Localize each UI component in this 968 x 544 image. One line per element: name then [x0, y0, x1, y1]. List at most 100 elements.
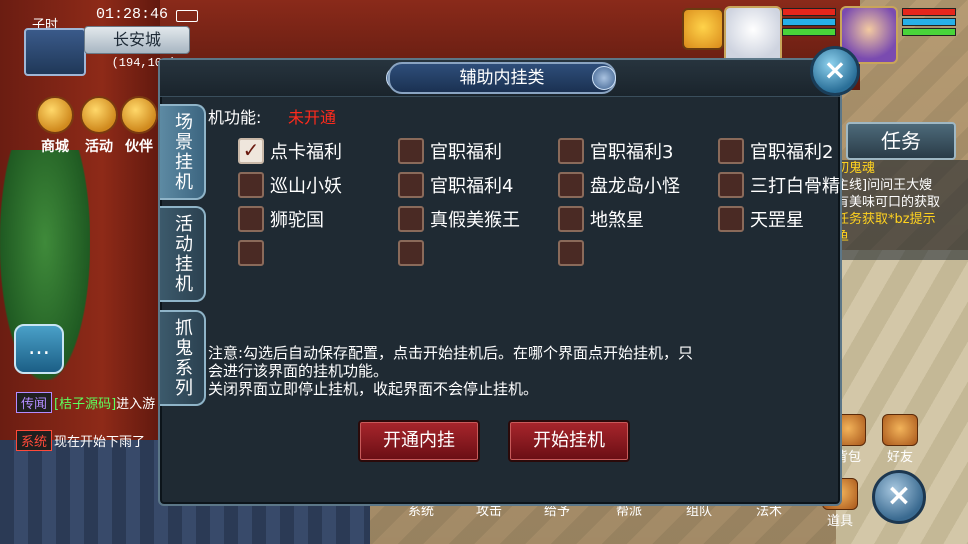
- option-label: 巡山小妖: [270, 176, 342, 197]
- activity-label: 活动: [85, 139, 113, 155]
- checkbox[interactable]: [558, 206, 584, 232]
- partner-button[interactable]: 伙伴: [120, 96, 158, 156]
- notice-line: 会进行该界面的挂机功能。: [208, 362, 389, 380]
- chat-text: 进入游: [116, 397, 156, 412]
- activity-icon: [80, 96, 118, 134]
- friends-label: 好友: [886, 450, 913, 465]
- assist-dialog: 辅助内挂类 场景挂机 活动挂机 抓鬼系列 机功能: 未开通 ✓ 点卡福利 官职福利…: [158, 58, 842, 506]
- quest-line: 有美味可口的获取: [836, 195, 941, 210]
- option-label: 狮驼国: [270, 210, 324, 231]
- pet-hp-bar: [782, 8, 836, 16]
- checkmark-icon[interactable]: ✓: [238, 138, 264, 164]
- option-label: 官职福利2: [750, 142, 834, 163]
- partner-icon: [120, 96, 158, 134]
- option-checkbox[interactable]: 三打白骨精: [718, 172, 840, 200]
- option-label: 官职福利: [430, 142, 502, 163]
- option-checkbox[interactable]: 狮驼国: [238, 206, 324, 234]
- option-label: 官职福利4: [430, 176, 514, 197]
- city-name[interactable]: 长安城: [84, 26, 190, 54]
- chat-channel-tag: 系统: [16, 430, 53, 451]
- option-label: 点卡福利: [270, 142, 342, 163]
- minimap-button[interactable]: [24, 28, 86, 76]
- tab-scene-afk[interactable]: 场景挂机: [160, 104, 206, 200]
- function-status: 未开通: [288, 108, 337, 127]
- pet-mp-bar: [782, 18, 836, 26]
- option-checkbox[interactable]: 盘龙岛小怪: [558, 172, 680, 200]
- checkbox[interactable]: [718, 172, 744, 198]
- option-checkbox[interactable]: 巡山小妖: [238, 172, 342, 200]
- activate-plugin-button[interactable]: 开通内挂: [358, 420, 480, 462]
- close-dialog-button[interactable]: ×: [810, 46, 860, 96]
- option-label: 盘龙岛小怪: [590, 176, 680, 197]
- pet-exp-bar: [782, 28, 836, 36]
- option-checkbox[interactable]: 官职福利2: [718, 138, 834, 166]
- quest-line: 任务获取*bz提示: [836, 212, 936, 227]
- option-label: 官职福利3: [590, 142, 674, 163]
- friends-button[interactable]: 好友: [880, 414, 920, 465]
- bottom-toolbar: 系统 攻击 给予 帮派 组队 法术: [370, 500, 870, 544]
- quest-tracker[interactable]: 切鬼魂 主线]问问王大嫂 有美味可口的获取 任务获取*bz提示 鱼: [836, 160, 968, 245]
- quest-line: 主线]问问王大嫂: [836, 178, 933, 193]
- battery-icon: [176, 10, 198, 22]
- activity-button[interactable]: 活动: [80, 96, 118, 156]
- checkbox[interactable]: [718, 138, 744, 164]
- notice-text: 注意:勾选后自动保存配置，点击开始挂机后。在哪个界面点开始挂机，只 会进行该界面…: [208, 344, 808, 398]
- option-checkbox[interactable]: 官职福利4: [398, 172, 514, 200]
- dialog-title: 辅助内挂类: [388, 62, 616, 94]
- chat-button[interactable]: …: [14, 324, 64, 374]
- dialog-title-bar: 辅助内挂类: [160, 60, 840, 97]
- checkbox[interactable]: [238, 172, 264, 198]
- option-checkbox[interactable]: 真假美猴王: [398, 206, 520, 234]
- checkbox[interactable]: [398, 172, 424, 198]
- checkbox[interactable]: [718, 206, 744, 232]
- checkbox[interactable]: [558, 172, 584, 198]
- start-afk-button[interactable]: 开始挂机: [508, 420, 630, 462]
- title-ornament-icon: [592, 66, 616, 90]
- checkbox[interactable]: [238, 206, 264, 232]
- option-checkbox[interactable]: 官职福利3: [558, 138, 674, 166]
- shop-label: 商城: [41, 139, 69, 155]
- chat-message: 传闻 [桔子源码]进入游: [16, 392, 155, 413]
- collapse-menu-button[interactable]: ×: [872, 470, 926, 524]
- checkbox[interactable]: [398, 206, 424, 232]
- option-checkbox[interactable]: [558, 240, 590, 268]
- option-checkbox[interactable]: 天罡星: [718, 206, 804, 234]
- pet-status-bars: [782, 8, 836, 38]
- option-label: 天罡星: [750, 210, 804, 231]
- notice-line: 注意:勾选后自动保存配置，点击开始挂机后。在哪个界面点开始挂机，只: [208, 344, 694, 362]
- notice-line: 关闭界面立即停止挂机，收起界面不会停止挂机。: [208, 380, 539, 398]
- pet-icon[interactable]: [682, 8, 724, 50]
- checkbox[interactable]: [558, 240, 584, 266]
- option-label: 地煞星: [590, 210, 644, 231]
- option-checkbox[interactable]: ✓ 点卡福利: [238, 138, 342, 166]
- chat-channel-tag: 传闻: [16, 392, 53, 413]
- quest-button[interactable]: 任务: [846, 122, 956, 160]
- friends-icon: [882, 414, 918, 446]
- option-checkbox[interactable]: [398, 240, 430, 268]
- shop-icon: [36, 96, 74, 134]
- checkbox[interactable]: [398, 240, 424, 266]
- quest-line: 鱼: [836, 229, 850, 244]
- pet-portrait[interactable]: [724, 6, 782, 64]
- quest-line: 切鬼魂: [836, 161, 876, 176]
- player-sp-bar: [902, 28, 956, 36]
- close-icon: ×: [886, 478, 912, 513]
- checkbox[interactable]: [558, 138, 584, 164]
- option-label: 真假美猴王: [430, 210, 520, 231]
- option-checkbox[interactable]: 官职福利: [398, 138, 502, 166]
- option-checkbox[interactable]: [238, 240, 270, 268]
- player-mp-bar: [902, 18, 956, 26]
- tab-ghost-series[interactable]: 抓鬼系列: [160, 310, 206, 406]
- function-label: 机功能:: [208, 108, 262, 127]
- option-checkbox[interactable]: 地煞星: [558, 206, 644, 234]
- shop-button[interactable]: 商城: [36, 96, 74, 156]
- checkbox[interactable]: [238, 240, 264, 266]
- player-status-bars: [902, 8, 956, 38]
- checkbox[interactable]: [398, 138, 424, 164]
- tab-activity-afk[interactable]: 活动挂机: [160, 206, 206, 302]
- option-label: 三打白骨精: [750, 176, 840, 197]
- player-hp-bar: [902, 8, 956, 16]
- chat-text: 现在开始下雨了: [54, 435, 146, 450]
- speech-bubble-icon: …: [28, 335, 50, 360]
- chat-sender[interactable]: [桔子源码]: [54, 397, 116, 412]
